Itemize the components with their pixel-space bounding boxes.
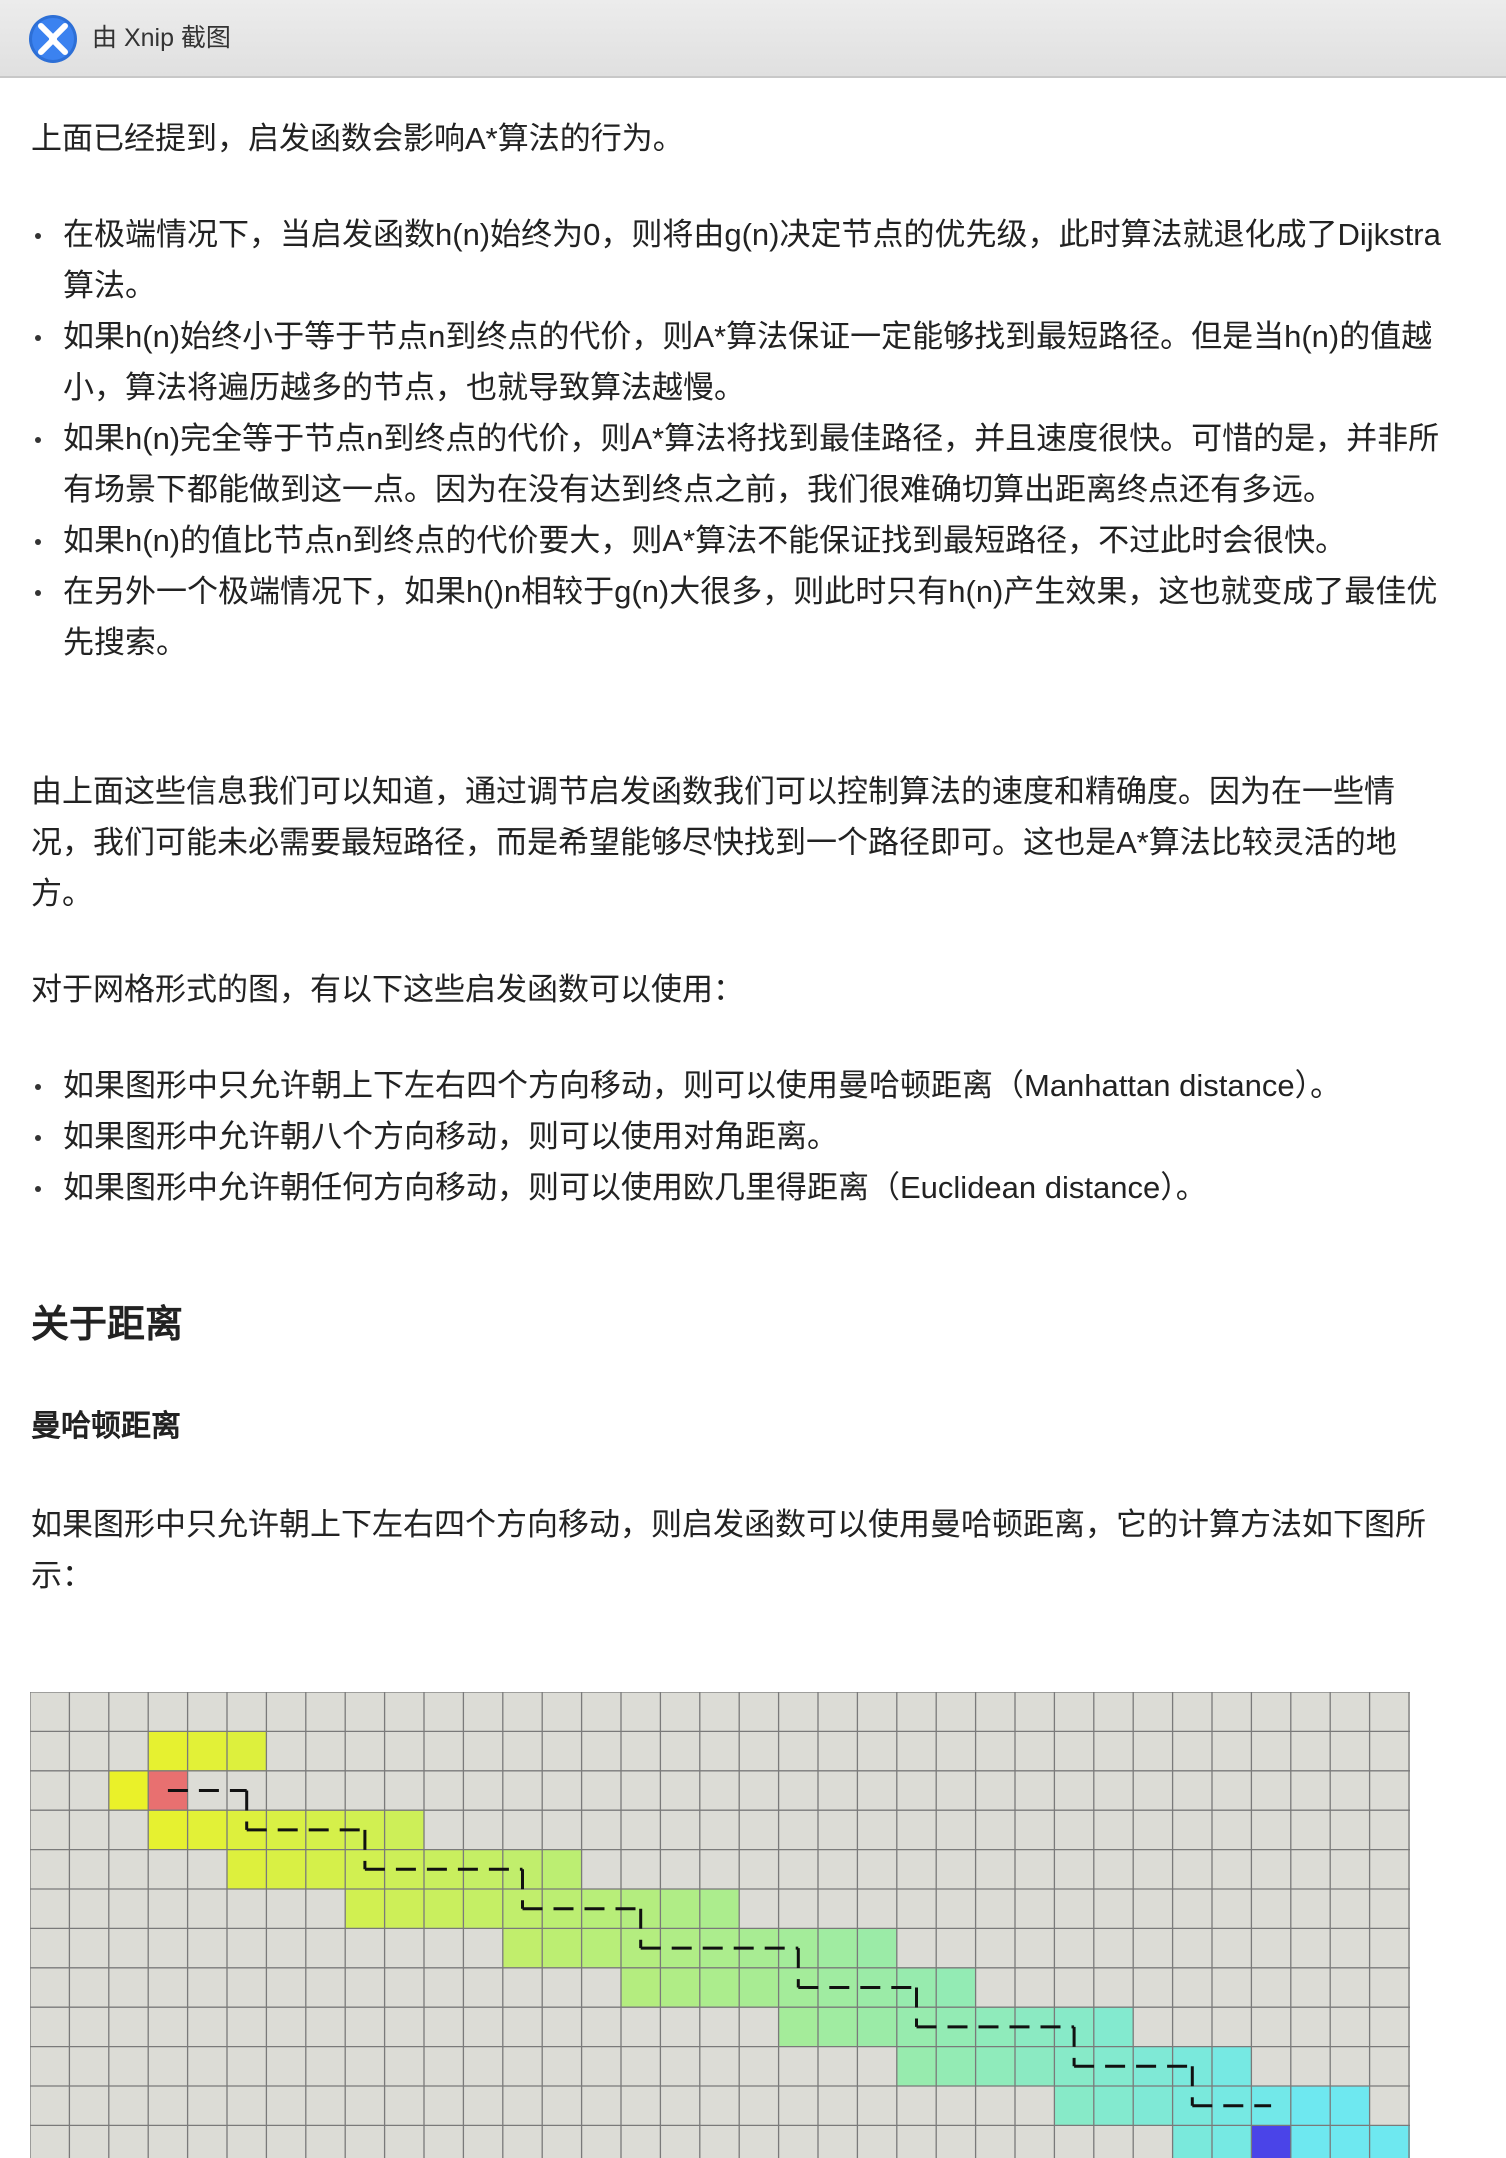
list-item: 如果h(n)完全等于节点n到终点的代价，则A*算法将找到最佳路径，并且速度很快。… xyxy=(31,413,1441,515)
explored-cell xyxy=(424,1889,464,1929)
heuristic-functions-list: 如果图形中只允许朝上下左右四个方向移动，则可以使用曼哈顿距离（Manhattan… xyxy=(31,1060,1451,1213)
manhattan-grid-figure xyxy=(30,1692,1410,2158)
explored-cell xyxy=(621,1967,661,2008)
list-item: 如果图形中允许朝八个方向移动，则可以使用对角距离。 xyxy=(31,1111,1451,1162)
explored-cell xyxy=(581,1928,621,1968)
explored-cell xyxy=(305,1849,346,1889)
explored-cell xyxy=(187,1810,227,1850)
window-title: 由 Xnip 截图 xyxy=(92,24,231,52)
list-item: 在另外一个极端情况下，如果h()n相较于g(n)大很多，则此时只有h(n)产生效… xyxy=(31,566,1441,668)
list-item: 在极端情况下，当启发函数h(n)始终为0，则将由g(n)决定节点的优先级，此时算… xyxy=(31,209,1441,311)
heuristic-cases-list: 在极端情况下，当启发函数h(n)始终为0，则将由g(n)决定节点的优先级，此时算… xyxy=(31,209,1441,668)
list-item: 如果h(n)始终小于等于节点n到终点的代价，则A*算法保证一定能够找到最短路径。… xyxy=(31,311,1441,413)
list-item: 如果图形中允许朝任何方向移动，则可以使用欧几里得距离（Euclidean dis… xyxy=(31,1162,1451,1213)
explored-cell xyxy=(266,1849,306,1889)
explored-cell xyxy=(542,1928,582,1968)
explored-cell xyxy=(1212,2125,1252,2158)
grid-intro-paragraph: 对于网格形式的图，有以下这些启发函数可以使用： xyxy=(31,972,744,1007)
explored-cell xyxy=(739,1967,779,2008)
xnip-app-icon[interactable] xyxy=(28,14,78,64)
list-item: 如果h(n)的值比节点n到终点的代价要大，则A*算法不能保证找到最短路径，不过此… xyxy=(31,515,1441,566)
explored-cell xyxy=(384,1889,424,1929)
explored-cell xyxy=(1330,2125,1370,2158)
explored-cell xyxy=(1093,2007,1134,2047)
explored-cell xyxy=(818,2007,858,2047)
explored-cell xyxy=(936,2046,976,2086)
explored-cell xyxy=(818,1928,858,1968)
explored-cell xyxy=(1015,2046,1055,2086)
explored-cell xyxy=(227,1731,267,1771)
explored-cell xyxy=(345,1889,385,1929)
explored-cell xyxy=(1172,2125,1212,2158)
explored-cell xyxy=(463,1889,503,1929)
summary-paragraph: 由上面这些信息我们可以知道，通过调节启发函数我们可以控制算法的速度和精确度。因为… xyxy=(31,774,1397,911)
explored-cell xyxy=(857,1928,897,1968)
explored-cell xyxy=(148,1731,188,1771)
explored-cell xyxy=(660,1889,700,1929)
explored-cell xyxy=(1369,2125,1409,2158)
explored-cell xyxy=(936,1967,976,2008)
explored-cell xyxy=(660,1967,700,2008)
explored-cell xyxy=(227,1849,267,1889)
explored-cell xyxy=(1290,2125,1331,2158)
intro-paragraph: 上面已经提到，启发函数会影响A*算法的行为。 xyxy=(31,121,684,156)
explored-cell xyxy=(1093,2086,1134,2126)
explored-cell xyxy=(187,1731,227,1771)
list-item: 如果图形中只允许朝上下左右四个方向移动，则可以使用曼哈顿距离（Manhattan… xyxy=(31,1060,1451,1111)
explored-cell xyxy=(975,2046,1015,2086)
window-titlebar: 由 Xnip 截图 xyxy=(0,0,1506,78)
explored-cell xyxy=(1133,2086,1173,2126)
explored-cell xyxy=(778,2007,818,2047)
explored-cell xyxy=(857,2007,897,2047)
explored-cell xyxy=(1054,2086,1094,2126)
explored-cell xyxy=(896,2046,937,2086)
explored-cell xyxy=(1290,2086,1331,2126)
explored-cell xyxy=(699,1967,740,2008)
subsection-heading: 曼哈顿距离 xyxy=(31,1410,181,1443)
explored-cell xyxy=(384,1810,424,1850)
explored-cell xyxy=(542,1849,582,1889)
explored-cell xyxy=(699,1889,740,1929)
section-heading: 关于距离 xyxy=(31,1304,184,1346)
explored-cell xyxy=(1212,2046,1252,2086)
explored-cell xyxy=(1330,2086,1370,2126)
goal-cell xyxy=(1251,2125,1291,2158)
explored-cell xyxy=(108,1770,149,1811)
manhattan-paragraph: 如果图形中只允许朝上下左右四个方向移动，则启发函数可以使用曼哈顿距离，它的计算方… xyxy=(31,1507,1426,1593)
explored-cell xyxy=(502,1928,543,1968)
explored-cell xyxy=(148,1810,188,1850)
